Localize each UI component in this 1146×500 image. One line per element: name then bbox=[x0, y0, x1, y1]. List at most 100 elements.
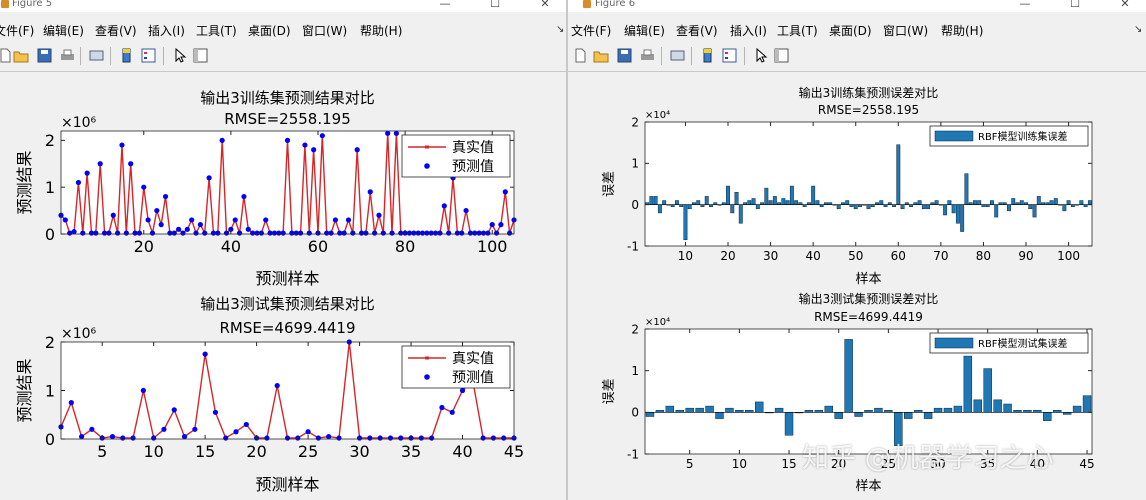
menu-view[interactable]: 查看(V) bbox=[676, 22, 718, 39]
legend-swatch-pred bbox=[424, 374, 430, 380]
colorbar-icon[interactable] bbox=[118, 47, 135, 64]
bar bbox=[849, 204, 854, 207]
y-tick-label: 0 bbox=[631, 406, 639, 420]
bar bbox=[844, 339, 853, 413]
pred-point bbox=[502, 189, 508, 195]
bar bbox=[845, 200, 850, 205]
menu-window[interactable]: 窗口(W) bbox=[302, 22, 347, 39]
bar bbox=[1011, 198, 1016, 205]
y-tick-label: 2 bbox=[631, 115, 639, 129]
pred-point bbox=[109, 433, 116, 440]
save-icon[interactable] bbox=[36, 47, 53, 64]
plot-tools-icon[interactable] bbox=[773, 47, 790, 64]
pred-point bbox=[161, 426, 167, 432]
bar bbox=[726, 185, 730, 205]
bar bbox=[1002, 202, 1007, 205]
toolbar-separator bbox=[80, 47, 81, 65]
bar bbox=[892, 204, 896, 207]
open-file-icon[interactable] bbox=[13, 47, 30, 64]
x-axis-label: 预测样本 bbox=[255, 269, 319, 288]
maximize-icon[interactable]: ☐ bbox=[1066, 0, 1084, 10]
dock-arrow-icon[interactable]: ↘ bbox=[1134, 24, 1142, 35]
minimize-icon[interactable]: — bbox=[1016, 0, 1034, 10]
pred-point bbox=[130, 435, 136, 441]
maximize-icon[interactable]: ☐ bbox=[486, 0, 504, 10]
bar bbox=[819, 204, 824, 207]
link-icon[interactable] bbox=[669, 47, 686, 64]
menu-desktop[interactable]: 桌面(D) bbox=[829, 22, 872, 39]
x-tick-label: 15 bbox=[781, 457, 796, 471]
menu-edit[interactable]: 编辑(E) bbox=[43, 22, 84, 39]
menu-insert[interactable]: 插入(I) bbox=[148, 22, 185, 39]
pred-point bbox=[176, 226, 182, 232]
pointer-icon[interactable] bbox=[171, 47, 188, 64]
menu-tools[interactable]: 工具(T) bbox=[777, 22, 818, 39]
x-axis-label: 预测样本 bbox=[255, 475, 319, 494]
menu-edit[interactable]: 编辑(E) bbox=[624, 22, 665, 39]
menu-help[interactable]: 帮助(H) bbox=[941, 22, 983, 39]
dock-arrow-icon[interactable]: ↘ bbox=[556, 24, 564, 35]
pred-point bbox=[202, 230, 208, 236]
legend-icon[interactable] bbox=[721, 47, 738, 64]
pred-point bbox=[93, 230, 99, 236]
pred-point bbox=[78, 433, 85, 440]
toolbar-separator bbox=[744, 47, 745, 65]
pred-point bbox=[140, 387, 146, 394]
x-tick-label: 5 bbox=[686, 457, 694, 471]
bar bbox=[828, 202, 833, 205]
menu-insert[interactable]: 插入(I) bbox=[730, 22, 767, 39]
bar bbox=[1066, 200, 1071, 205]
pred-point bbox=[75, 179, 82, 186]
menu-window[interactable]: 窗口(W) bbox=[883, 22, 928, 39]
x-tick-label: 10 bbox=[678, 249, 693, 263]
open-file-icon[interactable] bbox=[593, 47, 610, 64]
y-tick-label: 1 bbox=[45, 178, 55, 197]
bar bbox=[730, 204, 735, 214]
bar bbox=[836, 204, 841, 210]
close-icon[interactable]: ✕ bbox=[536, 0, 554, 10]
legend-label: RBF模型测试集误差 bbox=[978, 337, 1068, 350]
pred-point bbox=[387, 435, 394, 441]
save-icon[interactable] bbox=[616, 47, 633, 64]
bar bbox=[972, 200, 977, 205]
x-tick-label: 70 bbox=[933, 249, 948, 263]
menu-desktop[interactable]: 桌面(D) bbox=[248, 22, 291, 39]
pred-point bbox=[418, 435, 424, 441]
bar bbox=[679, 204, 684, 207]
y-tick-label: 2 bbox=[45, 131, 55, 150]
menu-file[interactable]: 文件(F) bbox=[0, 22, 34, 39]
print-icon[interactable] bbox=[59, 47, 76, 64]
bar bbox=[968, 202, 973, 205]
bar bbox=[921, 204, 926, 210]
x-axis-label: 样本 bbox=[855, 272, 881, 287]
pred-point bbox=[498, 222, 504, 228]
bar bbox=[1045, 202, 1050, 205]
new-figure-icon[interactable] bbox=[572, 47, 589, 64]
x-tick-label: 40 bbox=[806, 249, 821, 263]
pred-point bbox=[162, 193, 169, 200]
legend-icon[interactable] bbox=[140, 47, 157, 64]
menu-help[interactable]: 帮助(H) bbox=[360, 22, 402, 39]
x-tick-label: 45 bbox=[1079, 457, 1094, 471]
plot-tools-icon[interactable] bbox=[192, 47, 209, 64]
title-bar[interactable]: Figure 5 — ☐ ✕ bbox=[0, 0, 566, 12]
window-title: Figure 5 bbox=[12, 0, 53, 9]
pred-point bbox=[485, 230, 491, 236]
bar bbox=[1079, 200, 1084, 205]
pointer-icon[interactable] bbox=[752, 47, 769, 64]
new-figure-icon[interactable] bbox=[0, 47, 14, 64]
colorbar-icon[interactable] bbox=[699, 47, 716, 64]
bar bbox=[998, 202, 1003, 205]
bar bbox=[875, 202, 879, 205]
menu-tools[interactable]: 工具(T) bbox=[196, 22, 237, 39]
print-icon[interactable] bbox=[639, 47, 656, 64]
minimize-icon[interactable]: — bbox=[436, 0, 454, 10]
menu-view[interactable]: 查看(V) bbox=[95, 22, 137, 39]
pred-point bbox=[332, 217, 339, 223]
link-icon[interactable] bbox=[88, 47, 105, 64]
bar bbox=[709, 204, 713, 207]
bar bbox=[1070, 204, 1075, 207]
title-bar[interactable]: Figure 6 — ☐ ✕ bbox=[568, 0, 1146, 12]
close-icon[interactable]: ✕ bbox=[1116, 0, 1134, 10]
menu-file[interactable]: 文件(F) bbox=[571, 22, 611, 39]
